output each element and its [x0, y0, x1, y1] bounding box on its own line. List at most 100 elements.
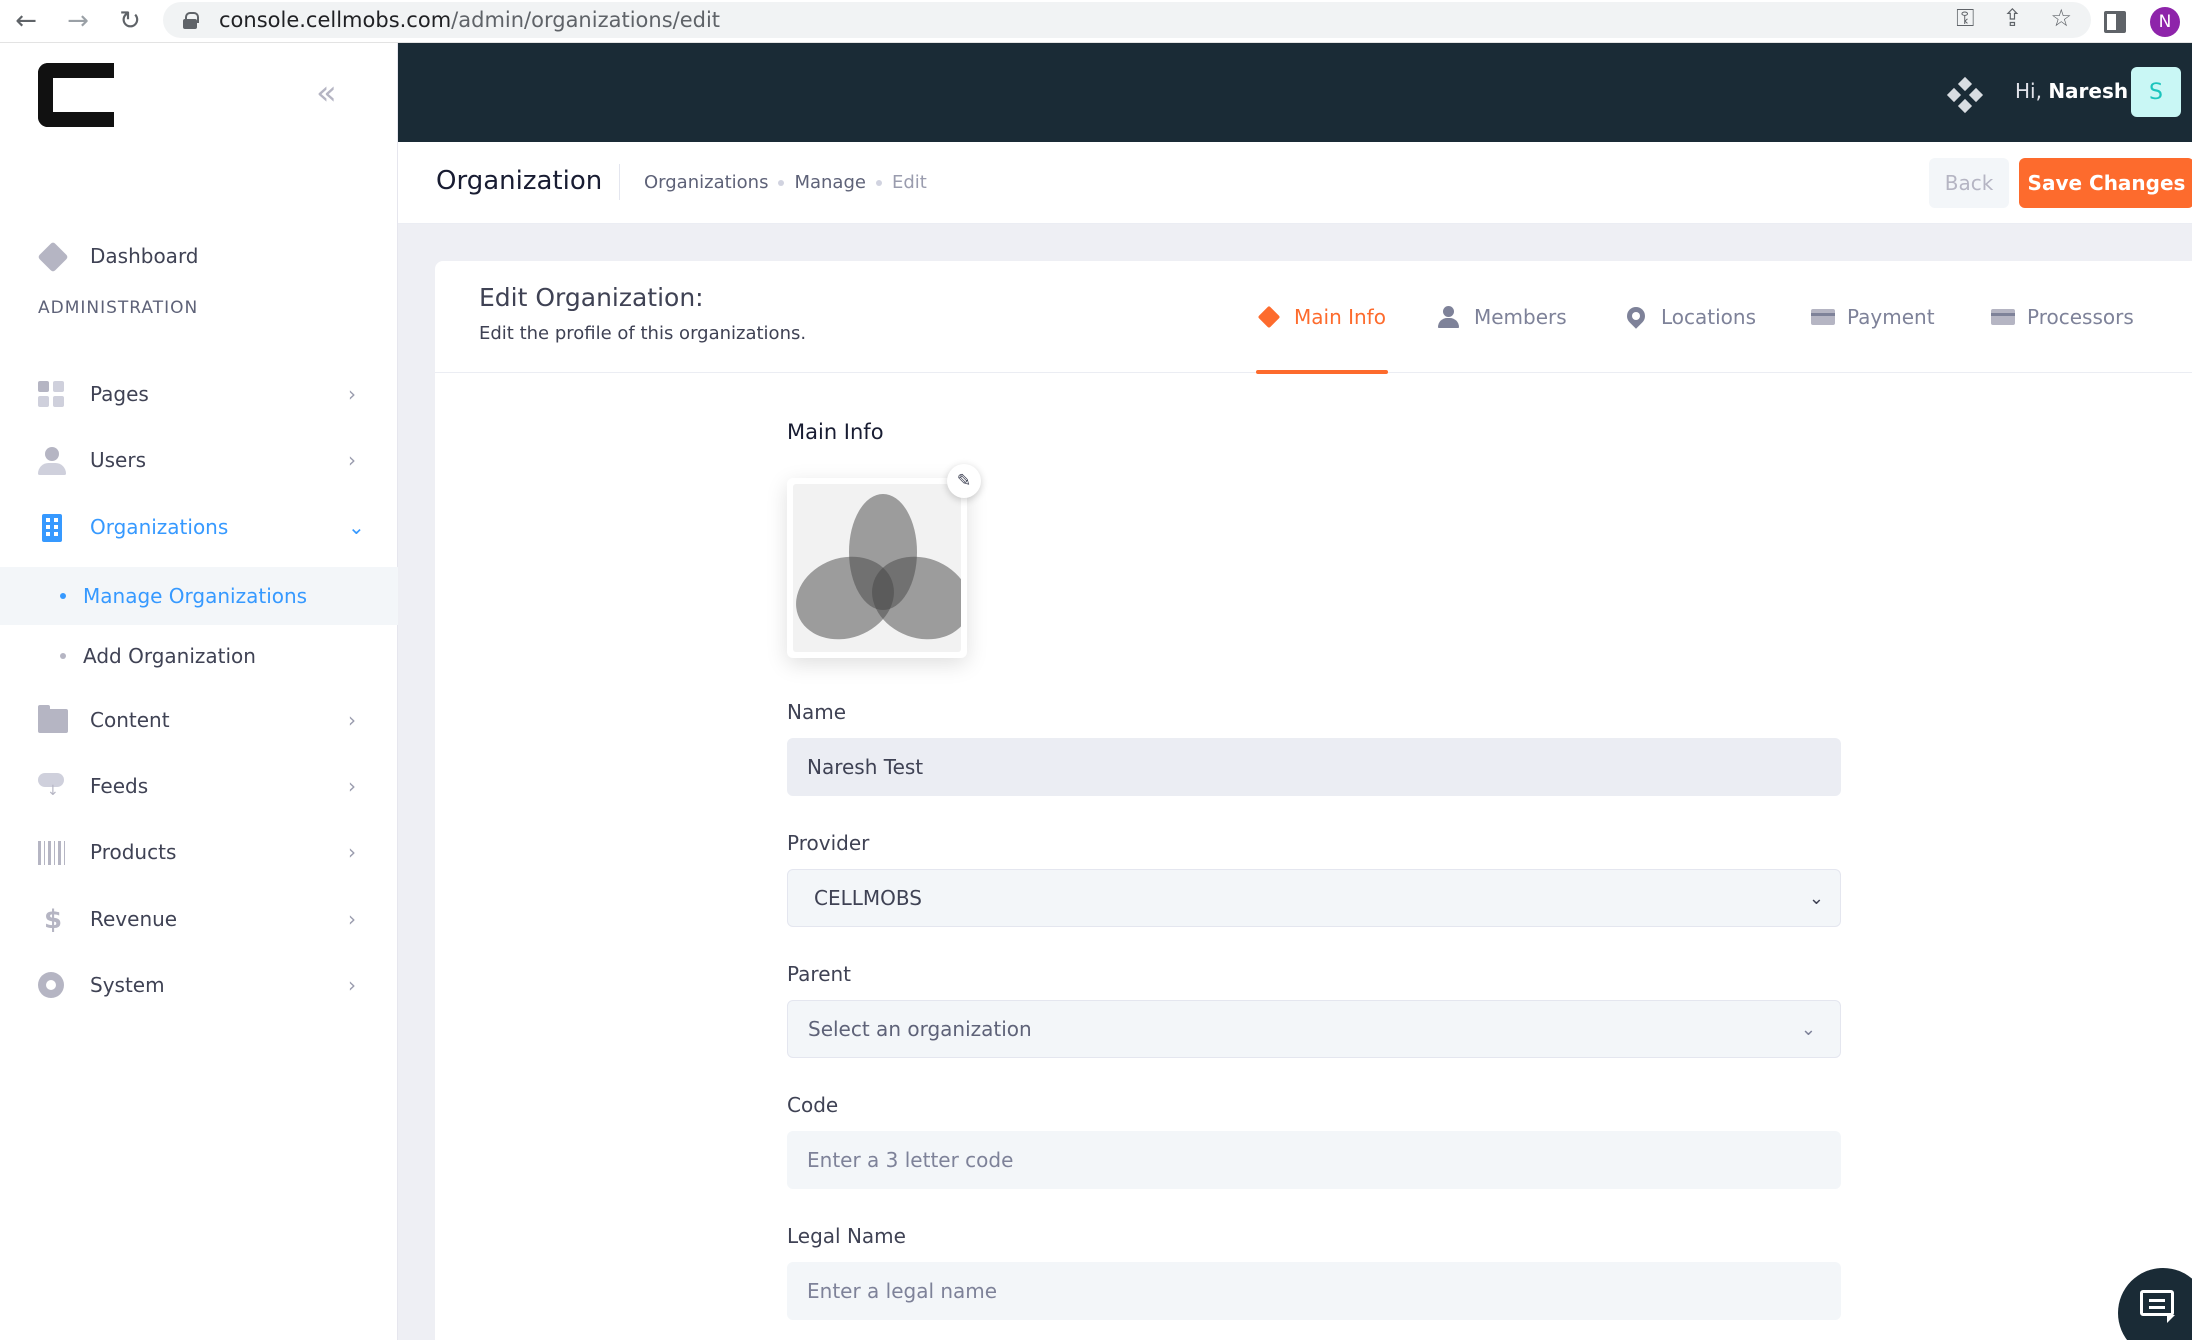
sidebar-item-revenue[interactable]: $ Revenue ›: [0, 888, 398, 950]
breadcrumb: Organizations Manage Edit: [644, 172, 927, 193]
credit-card-icon: [1811, 306, 1835, 328]
avatar[interactable]: S: [2131, 67, 2181, 117]
reload-icon[interactable]: ↻: [104, 6, 156, 36]
breadcrumb-separator: [778, 179, 785, 186]
collapse-sidebar-icon[interactable]: «: [316, 73, 337, 113]
gear-icon: [38, 972, 66, 1000]
code-field[interactable]: [787, 1131, 1841, 1189]
sidebar-item-label: Users: [90, 448, 147, 472]
tab-label: Main Info: [1294, 305, 1386, 329]
name-field[interactable]: [787, 738, 1841, 796]
organization-logo-upload[interactable]: [787, 478, 967, 658]
back-button[interactable]: Back: [1929, 158, 2009, 208]
sidebar-item-system[interactable]: System ›: [0, 954, 398, 1016]
key-icon[interactable]: ⚿: [1956, 4, 1974, 32]
sidebar-item-pages[interactable]: Pages ›: [0, 363, 398, 425]
tab-label: Payment: [1847, 305, 1935, 329]
sidebar-item-label: Products: [90, 840, 177, 864]
chevron-right-icon: ›: [348, 973, 356, 997]
credit-card-icon: [1991, 306, 2015, 328]
card-title: Edit Organization:: [479, 283, 704, 312]
sidebar: « Dashboard ADMINISTRATION Pages › Users…: [0, 43, 398, 1340]
breadcrumb-edit: Edit: [891, 172, 927, 193]
save-changes-button[interactable]: Save Changes: [2019, 158, 2192, 208]
parent-select[interactable]: Select an organization ⌄: [787, 1000, 1841, 1058]
cellmobs-logo[interactable]: [38, 63, 114, 127]
tab-label: Locations: [1661, 305, 1757, 329]
pages-icon: [38, 381, 66, 409]
name-label: Name: [787, 700, 847, 724]
tab-main-info[interactable]: Main Info: [1256, 261, 1388, 374]
sidebar-item-label: System: [90, 973, 165, 997]
side-panel-icon[interactable]: [2104, 10, 2126, 33]
breadcrumb-manage[interactable]: Manage: [794, 172, 866, 193]
sidebar-subitem-label: Add Organization: [83, 644, 256, 668]
tab-locations[interactable]: Locations: [1623, 261, 1757, 373]
bookmark-star-icon[interactable]: ☆: [2050, 4, 2072, 32]
user-greeting[interactable]: Hi, Naresh: [2015, 79, 2128, 103]
forward-arrow-icon[interactable]: →: [52, 6, 104, 36]
lock-icon: [183, 12, 199, 29]
building-icon: [38, 514, 66, 542]
sidebar-item-label: Organizations: [90, 515, 229, 539]
share-icon[interactable]: ⇪: [2002, 4, 2022, 32]
browser-profile-avatar[interactable]: N: [2150, 6, 2180, 37]
chevron-right-icon: ›: [348, 708, 356, 732]
provider-select[interactable]: CELLMOBS ⌄: [787, 869, 1841, 927]
url-path: /admin/organizations/edit: [451, 8, 721, 32]
sidebar-item-label: Content: [90, 708, 170, 732]
edit-pencil-icon[interactable]: ✎: [947, 464, 981, 498]
folder-icon: [38, 705, 68, 735]
sidebar-subitem-add-organization[interactable]: Add Organization: [0, 627, 398, 685]
chevron-right-icon: ›: [348, 907, 356, 931]
sidebar-item-dashboard[interactable]: Dashboard: [0, 225, 398, 287]
chevron-right-icon: ›: [348, 774, 356, 798]
parent-placeholder: Select an organization: [808, 1017, 1032, 1041]
section-title-administration: ADMINISTRATION: [38, 298, 199, 318]
chevron-right-icon: ›: [348, 382, 356, 406]
sidebar-subitem-manage-organizations[interactable]: Manage Organizations: [0, 567, 398, 625]
url-domain: console.cellmobs.com: [219, 8, 452, 32]
parent-label: Parent: [787, 962, 852, 986]
address-bar[interactable]: console.cellmobs.com/admin/organizations…: [163, 2, 2091, 38]
tab-label: Members: [1474, 305, 1567, 329]
sidebar-subitem-label: Manage Organizations: [83, 584, 308, 608]
chat-icon: [2140, 1290, 2175, 1323]
back-arrow-icon[interactable]: ←: [0, 6, 52, 36]
barcode-icon: [38, 839, 68, 867]
legal-name-field[interactable]: [787, 1262, 1841, 1320]
browser-toolbar: ← → ↻ console.cellmobs.com/admin/organiz…: [0, 0, 2192, 43]
users-icon: [38, 447, 66, 475]
sidebar-item-organizations[interactable]: Organizations ⌄: [0, 496, 398, 558]
divider: [619, 164, 620, 200]
sidebar-item-feeds[interactable]: Feeds ›: [0, 755, 398, 817]
chevron-down-icon: ⌄: [348, 515, 365, 539]
tab-payment[interactable]: Payment: [1811, 261, 1935, 373]
cloud-download-icon: [38, 773, 66, 801]
page-title: Organization: [436, 166, 603, 196]
sidebar-item-users[interactable]: Users ›: [0, 429, 398, 491]
sidebar-item-label: Pages: [90, 382, 149, 406]
layers-icon: [1257, 305, 1281, 329]
sidebar-item-content[interactable]: Content ›: [0, 689, 398, 751]
provider-selected-value: CELLMOBS: [814, 886, 922, 910]
card-header: Edit Organization: Edit the profile of t…: [435, 261, 2192, 374]
breadcrumb-separator: [875, 179, 882, 186]
subheader: Organization Organizations Manage Edit B…: [398, 142, 2192, 224]
tab-processors[interactable]: Processors: [1991, 261, 2134, 373]
apps-menu-icon[interactable]: [1946, 76, 1984, 114]
sidebar-item-products[interactable]: Products ›: [0, 821, 398, 883]
tab-members[interactable]: Members: [1438, 261, 1567, 373]
breadcrumb-organizations[interactable]: Organizations: [644, 172, 768, 193]
chevron-down-icon: ⌄: [1800, 1018, 1816, 1040]
person-icon: [1438, 306, 1460, 328]
code-label: Code: [787, 1093, 839, 1117]
top-header: Hi, Naresh S: [398, 43, 2192, 142]
chevron-right-icon: ›: [348, 840, 356, 864]
dollar-icon: $: [44, 905, 63, 935]
tab-label: Processors: [2027, 305, 2134, 329]
bullet-dot: [60, 653, 66, 659]
sidebar-item-label: Dashboard: [90, 244, 199, 268]
sidebar-item-label: Revenue: [90, 907, 178, 931]
user-name: Naresh: [2048, 79, 2129, 103]
